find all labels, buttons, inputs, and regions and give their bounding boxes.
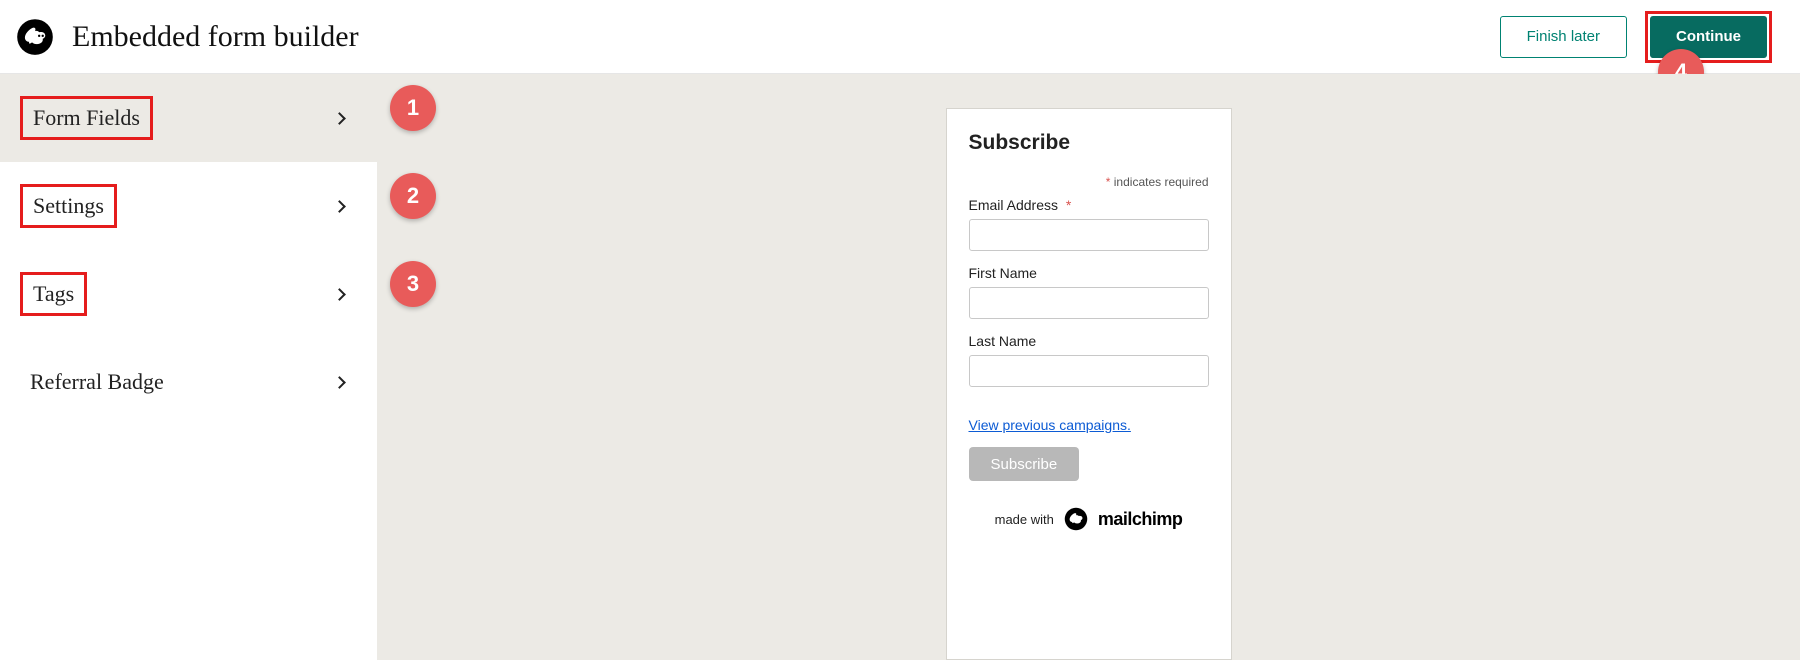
required-note-text: indicates required xyxy=(1114,175,1209,189)
chevron-right-icon xyxy=(333,112,346,125)
sidebar-item-label: Referral Badge xyxy=(20,363,174,401)
form-title: Subscribe xyxy=(969,131,1209,155)
workspace: Form Fields Settings Tags Referral Badge… xyxy=(0,74,1800,660)
chevron-right-icon xyxy=(333,376,346,389)
callout-badge-2: 2 xyxy=(390,173,436,219)
subscribe-button[interactable]: Subscribe xyxy=(969,447,1080,481)
email-label: Email Address * xyxy=(969,197,1209,213)
field-email: Email Address * xyxy=(969,197,1209,251)
sidebar-item-referral-badge[interactable]: Referral Badge xyxy=(0,338,377,426)
sidebar-item-form-fields[interactable]: Form Fields xyxy=(0,74,377,162)
sidebar-item-tags[interactable]: Tags xyxy=(0,250,377,338)
first-name-label: First Name xyxy=(969,265,1209,281)
sidebar-item-label: Tags xyxy=(20,272,87,316)
last-name-label: Last Name xyxy=(969,333,1209,349)
mailchimp-mark-icon xyxy=(1064,507,1088,531)
email-label-text: Email Address xyxy=(969,197,1058,213)
continue-button[interactable]: Continue xyxy=(1650,16,1767,58)
sidebar-item-settings[interactable]: Settings xyxy=(0,162,377,250)
first-name-input[interactable] xyxy=(969,287,1209,319)
asterisk-icon: * xyxy=(1106,175,1111,189)
app-header: Embedded form builder Finish later Conti… xyxy=(0,0,1800,74)
last-name-input[interactable] xyxy=(969,355,1209,387)
sidebar: Form Fields Settings Tags Referral Badge xyxy=(0,74,377,660)
sidebar-item-label: Settings xyxy=(20,184,117,228)
callout-badge-1: 1 xyxy=(390,85,436,131)
chevron-right-icon xyxy=(333,200,346,213)
mailchimp-wordmark: mailchimp xyxy=(1098,509,1183,530)
callout-badge-3: 3 xyxy=(390,261,436,307)
made-with-badge: made with mailchimp xyxy=(969,507,1209,531)
page-title: Embedded form builder xyxy=(72,20,359,54)
asterisk-icon: * xyxy=(1066,197,1071,213)
finish-later-button[interactable]: Finish later xyxy=(1500,16,1627,58)
header-left: Embedded form builder xyxy=(16,18,359,56)
sidebar-item-label: Form Fields xyxy=(20,96,153,140)
email-input[interactable] xyxy=(969,219,1209,251)
made-with-text: made with xyxy=(995,512,1054,527)
view-previous-campaigns-link[interactable]: View previous campaigns. xyxy=(969,417,1131,433)
mailchimp-logo-icon xyxy=(16,18,54,56)
form-preview-card: Subscribe * indicates required Email Add… xyxy=(946,108,1232,660)
chevron-right-icon xyxy=(333,288,346,301)
preview-area: 1 2 3 Subscribe * indicates required Ema… xyxy=(377,74,1800,660)
required-note: * indicates required xyxy=(969,175,1209,189)
header-actions: Finish later Continue 4 xyxy=(1500,11,1772,63)
field-last-name: Last Name xyxy=(969,333,1209,387)
field-first-name: First Name xyxy=(969,265,1209,319)
